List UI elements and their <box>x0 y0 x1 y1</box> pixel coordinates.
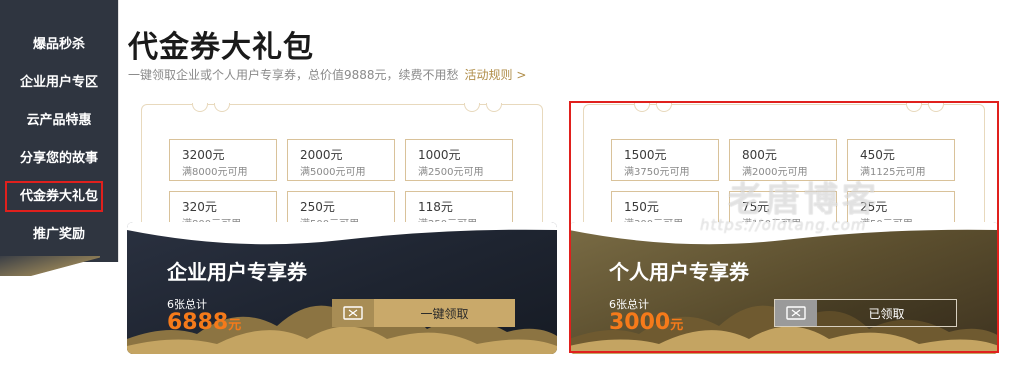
ticket-icon <box>332 299 374 327</box>
coupon-condition: 满8000元可用 <box>182 167 248 178</box>
coupon-amount: 150元 <box>624 200 659 214</box>
watermark-text: 老唐博客 <box>728 180 880 220</box>
ticket-notch <box>464 103 480 112</box>
claimed-button[interactable]: 已领取 <box>774 299 957 327</box>
claim-label: 一键领取 <box>420 306 469 321</box>
total-number: 6888 <box>167 310 229 335</box>
personal-card: 个人用户专享券 6张总计 3000元 已领取 <box>569 222 999 354</box>
total-number: 3000 <box>609 310 671 335</box>
coupon-item: 3200元 满8000元可用 <box>169 139 277 181</box>
claim-label: 已领取 <box>868 306 905 321</box>
coupon-amount: 250元 <box>300 200 335 214</box>
coupon-amount: 320元 <box>182 200 217 214</box>
ticket-icon <box>775 300 817 326</box>
total-unit: 元 <box>670 318 684 333</box>
coupon-amount: 2000元 <box>300 148 343 162</box>
coupon-item: 1000元 满2500元可用 <box>405 139 513 181</box>
coupon-item: 1500元 满3750元可用 <box>611 139 719 181</box>
ticket-notch <box>192 103 208 112</box>
coupon-amount: 3200元 <box>182 148 225 162</box>
card-title: 个人用户专享券 <box>609 260 749 284</box>
ticket-notch <box>634 103 650 112</box>
coupon-condition: 满2500元可用 <box>418 167 484 178</box>
subtitle-text: 一键领取企业或个人用户专享券，总价值9888元，续费不用愁 <box>128 68 459 82</box>
ticket-notch <box>928 103 944 112</box>
page-title: 代金券大礼包 <box>128 30 314 65</box>
coupon-item: 2000元 满5000元可用 <box>287 139 395 181</box>
ticket-notch <box>214 103 230 112</box>
enterprise-card: 企业用户专享券 6张总计 6888元 一键领取 <box>127 222 557 354</box>
coupon-amount: 450元 <box>860 148 895 162</box>
ticket-notch <box>486 103 502 112</box>
active-highlight-box <box>5 181 103 212</box>
sidebar-item-enterprise-zone[interactable]: 企业用户专区 <box>0 64 118 101</box>
coupon-amount: 1000元 <box>418 148 461 162</box>
rules-link[interactable]: 活动规则 > <box>465 68 527 82</box>
total-unit: 元 <box>228 318 242 333</box>
ticket-notch <box>906 103 922 112</box>
coupon-amount: 118元 <box>418 200 453 214</box>
sidebar-item-referral-reward[interactable]: 推广奖励 <box>0 216 118 253</box>
sidebar-item-cloud-deals[interactable]: 云产品特惠 <box>0 102 118 139</box>
watermark-url: https://oldtang.com <box>700 216 867 234</box>
total-value: 3000元 <box>609 310 683 335</box>
sidebar-item-flash-sale[interactable]: 爆品秒杀 <box>0 26 118 63</box>
coupon-condition: 满5000元可用 <box>300 167 366 178</box>
coupon-amount: 800元 <box>742 148 777 162</box>
total-value: 6888元 <box>167 310 241 335</box>
enterprise-voucher-panel: 3200元 满8000元可用 2000元 满5000元可用 1000元 满250… <box>127 103 557 354</box>
coupon-amount: 1500元 <box>624 148 667 162</box>
page-subtitle: 一键领取企业或个人用户专享券，总价值9888元，续费不用愁 活动规则 > <box>128 66 526 83</box>
ticket-notch <box>656 103 672 112</box>
claim-all-button[interactable]: 一键领取 <box>332 299 515 327</box>
card-title: 企业用户专享券 <box>167 260 307 284</box>
card-wave <box>127 222 557 245</box>
sidebar-item-share-story[interactable]: 分享您的故事 <box>0 140 118 177</box>
coupon-condition: 满3750元可用 <box>624 167 690 178</box>
sidebar-item-voucher-pack[interactable]: 代金券大礼包 <box>0 178 118 215</box>
sidebar-nav: 爆品秒杀 企业用户专区 云产品特惠 分享您的故事 代金券大礼包 推广奖励 <box>0 0 119 276</box>
